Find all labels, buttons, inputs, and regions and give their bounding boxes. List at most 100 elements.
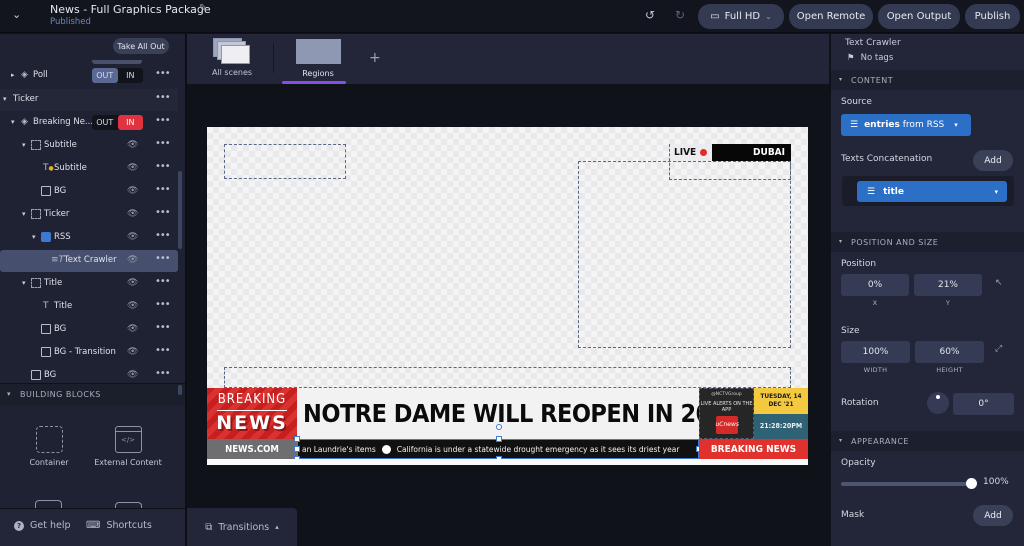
tab-all-scenes[interactable]: All scenes [207,38,257,77]
layer-row-title-container[interactable]: ▾ Title 👁 ••• [0,273,178,295]
resize-handle[interactable] [496,436,502,442]
appearance-section-header[interactable]: ▾ APPEARANCE [831,431,1024,451]
more-icon[interactable]: ••• [155,276,171,287]
out-in-toggle[interactable]: OUT IN [92,115,143,130]
blocks-scrollbar[interactable] [178,385,182,395]
more-icon[interactable]: ••• [155,230,171,241]
layer-label: BG [44,370,57,380]
opacity-slider-knob[interactable] [966,478,977,489]
more-icon[interactable]: ••• [155,253,171,264]
redo-icon[interactable]: ↻ [675,8,685,22]
eye-icon[interactable]: 👁 [127,324,138,334]
open-output-button[interactable]: Open Output [878,4,960,29]
publish-button[interactable]: Publish [965,4,1020,29]
eye-icon[interactable]: 👁 [127,209,138,219]
caret-down-icon[interactable]: ▾ [32,233,36,241]
layer-row-title-text[interactable]: T Title 👁 ••• [0,296,178,318]
more-icon[interactable]: ••• [155,92,171,103]
more-icon[interactable]: ••• [155,138,171,149]
layer-row-bg-transition[interactable]: BG - Transition 👁 ••• [0,342,178,364]
content-section-header[interactable]: ▾ CONTENT [831,70,1024,90]
rotation-input[interactable]: 0° [953,393,1014,415]
get-help-button[interactable]: ? Get help [14,520,71,531]
layer-row-subtitle-text[interactable]: T● Subtitle 👁 ••• [0,158,178,180]
more-icon[interactable]: ••• [155,322,171,333]
more-icon[interactable]: ••• [155,115,171,126]
tags-row[interactable]: ⚑ No tags [847,53,893,63]
layer-row-rss[interactable]: ▾ RSS 👁 ••• [0,227,178,249]
caret-down-icon[interactable]: ▾ [22,210,26,218]
layer-row-subtitle-group[interactable]: ▾ Subtitle 👁 ••• [0,135,178,157]
layer-row-ticker-group[interactable]: ▾ Ticker ••• [0,89,178,111]
more-icon[interactable]: ••• [155,207,171,218]
eye-icon[interactable]: 👁 [127,140,138,150]
caret-down-icon[interactable]: ▾ [3,95,7,103]
layer-row-ticker-container[interactable]: ▾ Ticker 👁 ••• [0,204,178,226]
eye-icon[interactable]: 👁 [127,255,138,265]
concat-field-dropdown[interactable]: ☰ title ▾ [857,181,1007,202]
resize-handle[interactable] [294,436,300,442]
out-option[interactable]: OUT [92,115,118,130]
caret-down-icon[interactable]: ▾ [22,141,26,149]
undo-icon[interactable]: ↺ [645,8,655,22]
source-dropdown[interactable]: ☰ entries from RSS ▾ [841,114,971,136]
building-blocks-header[interactable]: ▾ BUILDING BLOCKS [0,383,185,405]
region-lower[interactable] [224,367,791,388]
rotation-dial[interactable] [927,392,949,414]
more-icon[interactable]: ••• [155,345,171,356]
layers-scrollbar[interactable] [178,171,182,249]
eye-icon[interactable]: 👁 [127,370,138,380]
eye-icon[interactable]: 👁 [127,232,138,242]
in-option[interactable]: IN [117,115,143,130]
eye-icon[interactable]: 👁 [127,301,138,311]
height-input[interactable]: 60% [915,341,984,363]
preview-canvas[interactable]: LIVE DUBAI BREAKING NEWS NOTRE DAME WILL… [207,127,808,465]
position-size-section-header[interactable]: ▾ POSITION AND SIZE [831,232,1024,252]
caret-down-icon[interactable]: ▾ [22,279,26,287]
add-concatenation-button[interactable]: Add [973,150,1013,171]
layer-label: Poll [33,70,48,80]
out-in-toggle[interactable]: OUT IN [92,68,143,83]
tab-regions[interactable]: Regions [282,39,349,84]
open-remote-button[interactable]: Open Remote [789,4,873,29]
expand-icon[interactable]: ⤢ [995,344,1002,354]
region-right[interactable] [578,161,791,348]
shortcuts-button[interactable]: ⌨ Shortcuts [86,520,152,531]
layer-row-poll[interactable]: ▸ ◈ Poll OUT IN ••• [0,65,178,87]
add-mask-button[interactable]: Add [973,505,1013,526]
region-top-left[interactable] [224,144,346,179]
layer-row-bg[interactable]: BG 👁 ••• [0,319,178,341]
more-icon[interactable]: ••• [155,68,171,79]
add-scene-button[interactable]: + [369,50,381,66]
position-y-input[interactable]: 21% [914,274,982,296]
more-icon[interactable]: ••• [155,184,171,195]
caret-down-icon[interactable]: ▾ [11,118,15,126]
more-icon[interactable]: ••• [155,161,171,172]
transitions-button[interactable]: ⧉ Transitions ▴ [187,508,297,546]
take-all-out-button[interactable]: Take All Out [113,38,169,54]
resolution-dropdown[interactable]: ▭ Full HD ⌄ [698,4,784,29]
opacity-slider[interactable] [841,478,977,489]
more-icon[interactable]: ••• [155,368,171,379]
layer-row-breaking-news[interactable]: ▾ ◈ Breaking Ne... OUT IN ••• [0,112,178,134]
chevron-down-icon[interactable]: ⌄ [12,8,26,22]
rotate-handle[interactable] [496,424,502,430]
more-icon[interactable]: ••• [155,299,171,310]
eye-icon[interactable]: 👁 [127,278,138,288]
texts-concatenation-label: Texts Concatenation [841,154,933,164]
block-external-content[interactable]: </> External Content [93,426,163,468]
block-container[interactable]: Container [14,426,84,468]
width-input[interactable]: 100% [841,341,910,363]
eye-icon[interactable]: 👁 [127,347,138,357]
eye-icon[interactable]: 👁 [127,163,138,173]
pencil-icon[interactable]: ✎ [199,3,207,14]
in-option[interactable]: IN [118,68,144,83]
layer-row-bg[interactable]: BG 👁 ••• [0,181,178,203]
resize-handle[interactable] [294,446,300,452]
layer-row-text-crawler[interactable]: ≡T Text Crawler 👁 ••• [0,250,178,272]
position-x-input[interactable]: 0% [841,274,909,296]
eye-icon[interactable]: 👁 [127,186,138,196]
caret-right-icon[interactable]: ▸ [11,71,15,79]
out-option[interactable]: OUT [92,68,118,83]
anchor-icon[interactable]: ↖ [995,278,1003,288]
